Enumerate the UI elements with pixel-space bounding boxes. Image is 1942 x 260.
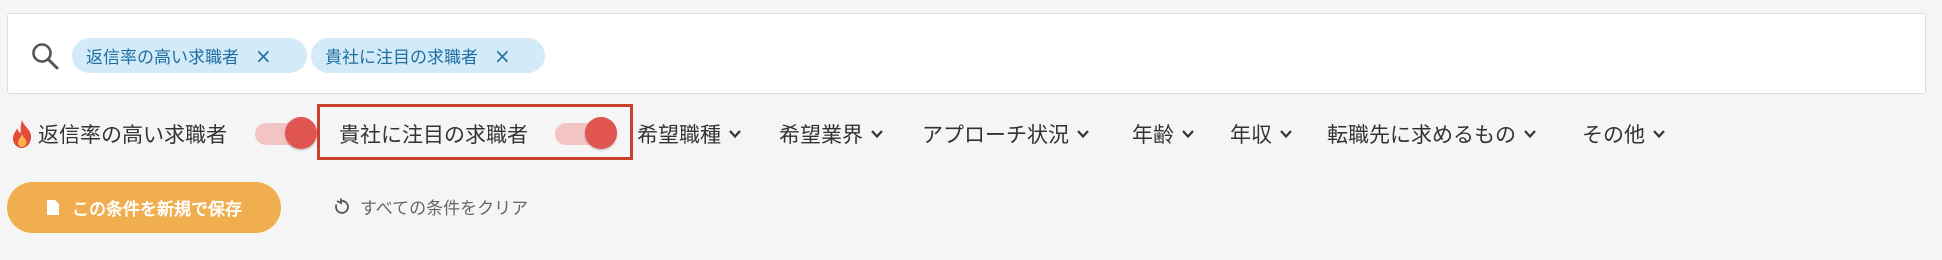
dropdown-other[interactable]: その他 [1582,119,1666,149]
dropdown-job-type[interactable]: 希望職種 [637,119,742,149]
dropdown-income[interactable]: 年収 [1230,119,1293,149]
chip-label: 貴社に注目の求職者 [325,48,478,68]
chip-label: 返信率の高い求職者 [86,48,239,68]
dropdown-label: その他 [1582,123,1645,147]
dropdown-age[interactable]: 年齢 [1132,119,1195,149]
save-conditions-button[interactable]: この条件を新規で保存 [7,182,281,233]
reset-icon [335,198,349,214]
dropdown-label: 転職先に求めるもの [1327,123,1516,147]
toggle-response-rate[interactable] [251,117,317,149]
search-chip: 貴社に注目の求職者 × [311,38,545,73]
highlight-box [317,104,633,160]
clear-all-conditions-link[interactable]: すべての条件をクリア [332,194,528,219]
dropdown-desired-conditions[interactable]: 転職先に求めるもの [1327,119,1537,149]
dropdown-industry[interactable]: 希望業界 [779,119,884,149]
search-bar[interactable]: 返信率の高い求職者 × 貴社に注目の求職者 × [7,13,1926,94]
save-button-label: この条件を新規で保存 [72,200,242,220]
clear-link-label: すべての条件をクリア [360,199,529,219]
flame-icon [13,120,32,148]
chevron-down-icon [871,130,883,139]
document-icon [47,200,59,215]
close-icon[interactable]: × [255,44,272,68]
dropdown-label: 希望職種 [637,123,721,147]
chevron-down-icon [1653,130,1665,139]
toggle-knob [285,117,317,149]
dropdown-label: 年収 [1230,123,1272,147]
search-icon [32,43,59,70]
dropdown-label: 年齢 [1132,123,1174,147]
chevron-down-icon [729,130,741,139]
dropdown-label: アプローチ状況 [922,123,1069,147]
toggle-label-response-rate: 返信率の高い求職者 [38,123,227,147]
close-icon[interactable]: × [494,44,511,68]
search-chip: 返信率の高い求職者 × [72,38,307,73]
chevron-down-icon [1280,130,1292,139]
dropdown-approach-status[interactable]: アプローチ状況 [922,119,1090,149]
chevron-down-icon [1182,130,1194,139]
dropdown-label: 希望業界 [779,123,863,147]
chevron-down-icon [1524,130,1536,139]
chevron-down-icon [1077,130,1089,139]
filter-row: 返信率の高い求職者 貴社に注目の求職者 希望職種 希望業界 アプローチ状況 年齢… [0,114,1942,152]
